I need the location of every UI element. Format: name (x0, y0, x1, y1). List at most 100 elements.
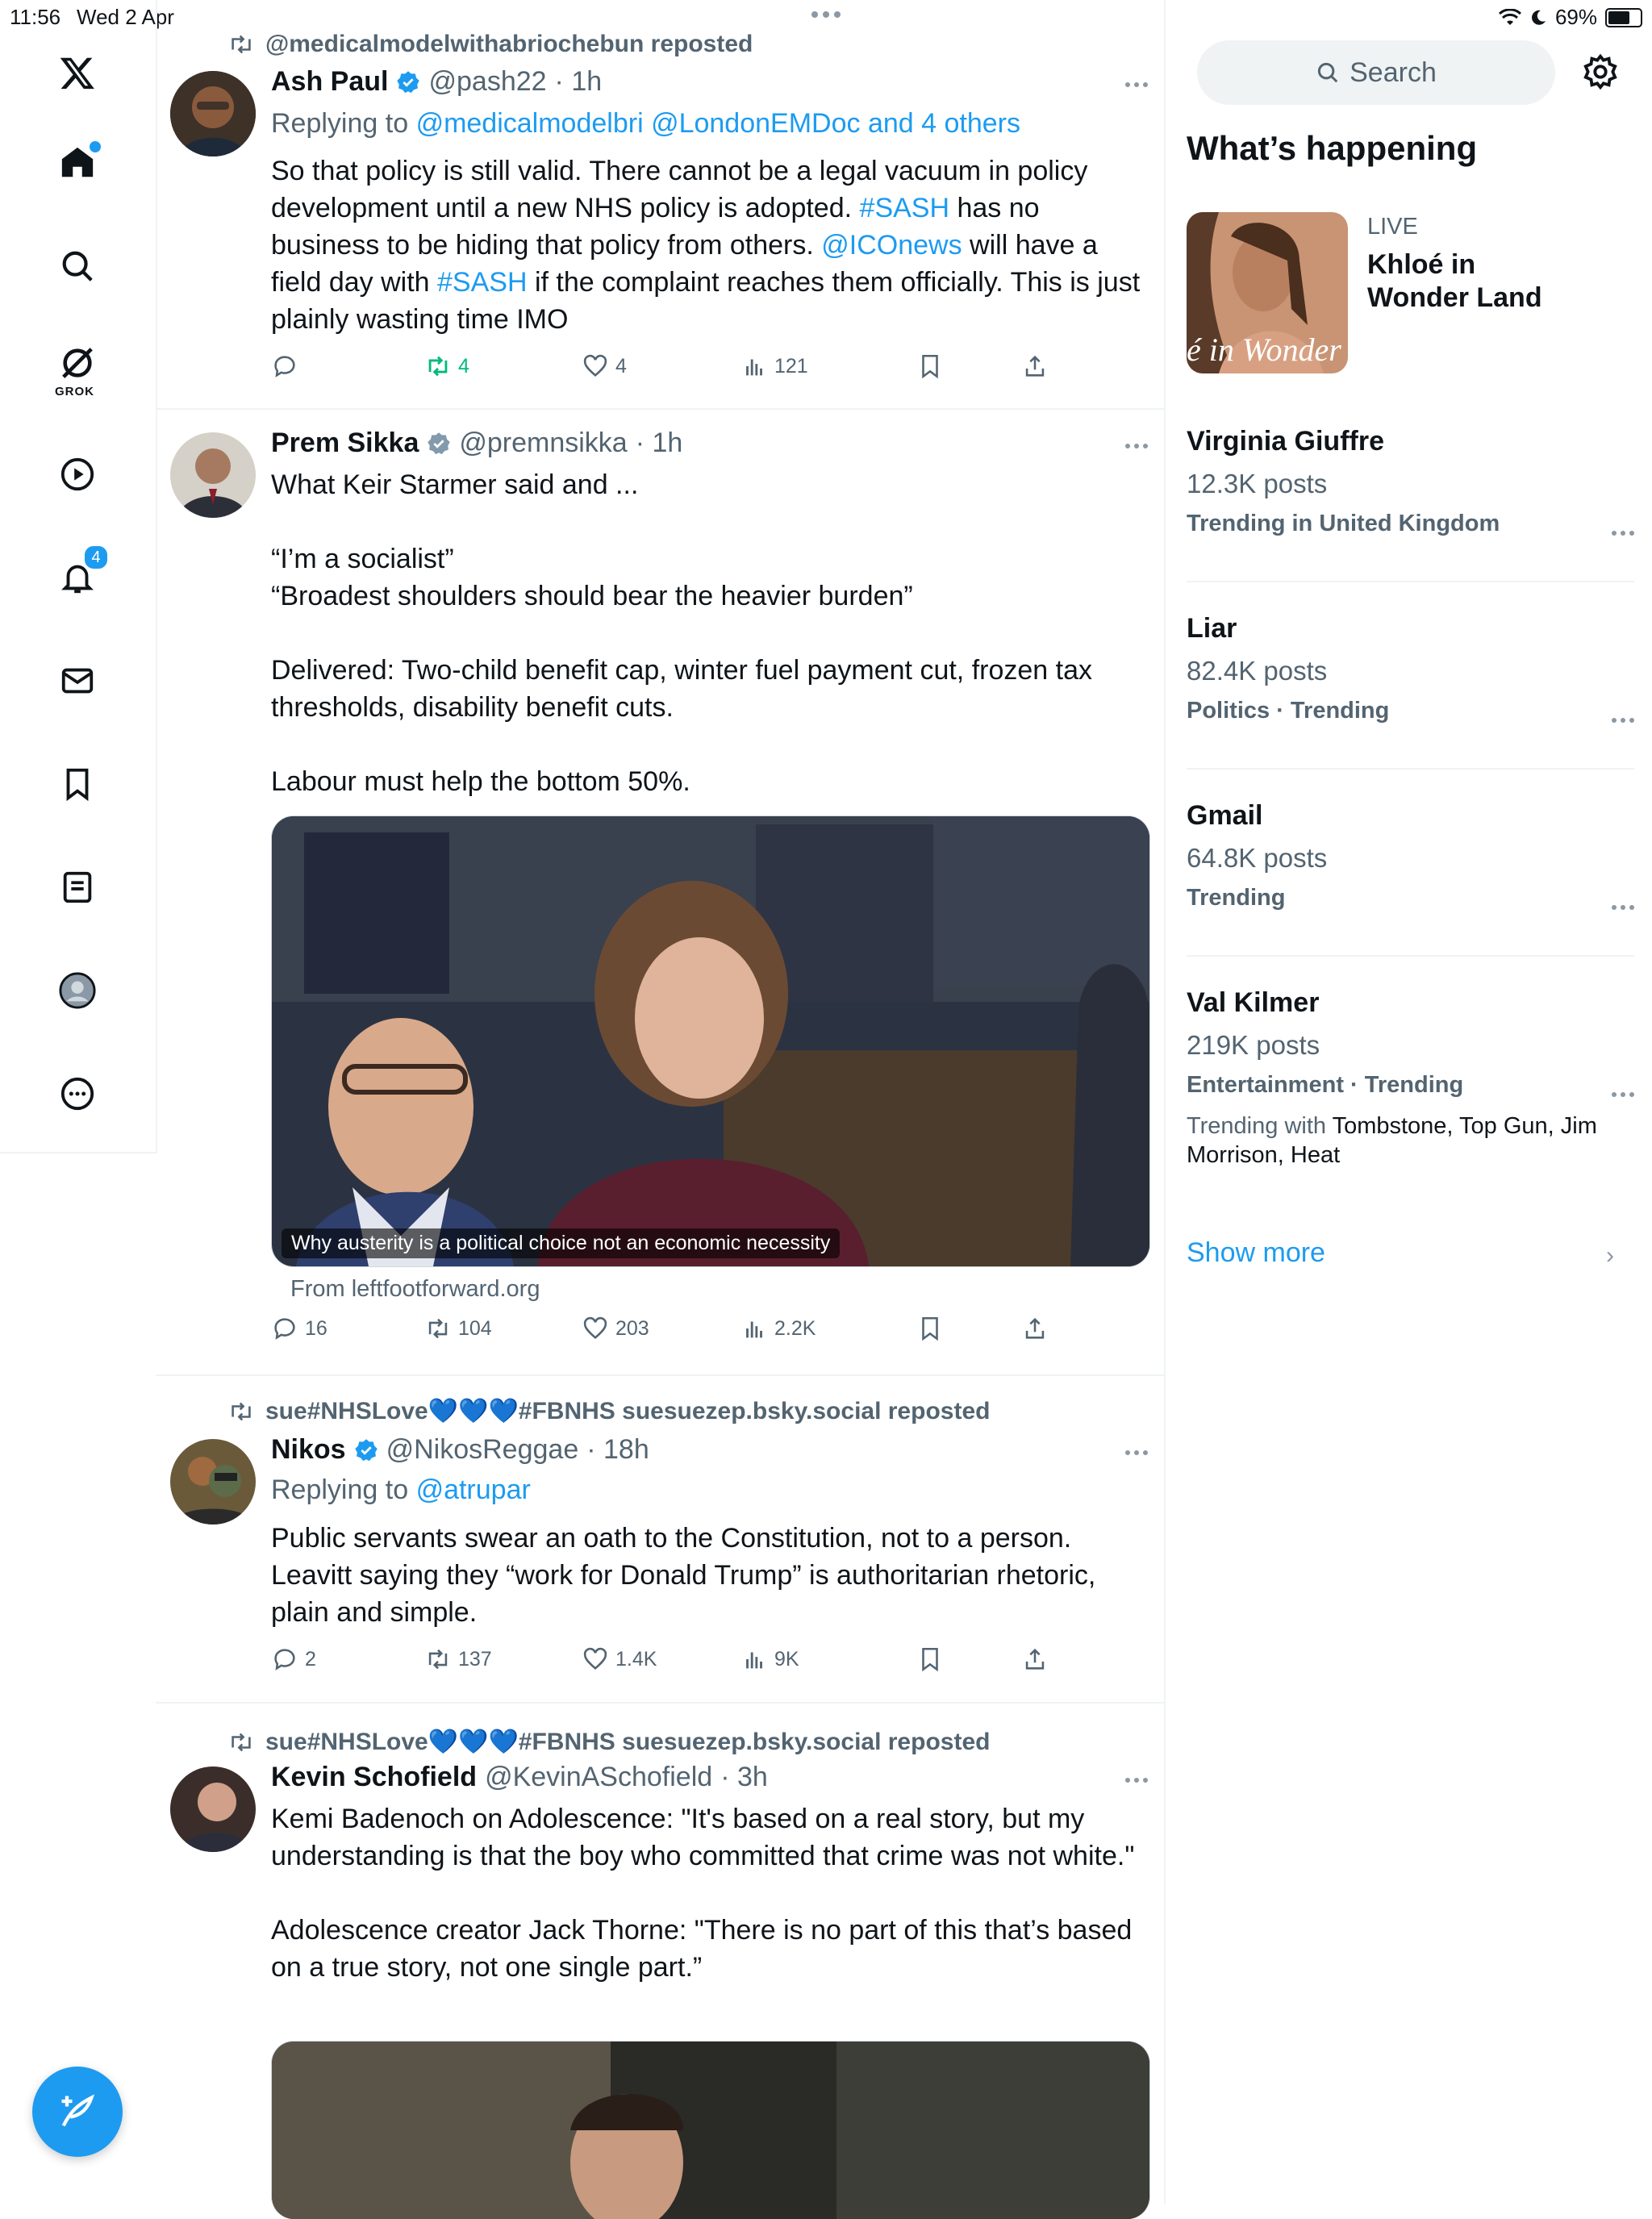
tweet-header: Nikos @NikosReggae · 18h (271, 1434, 649, 1466)
tweet-image[interactable] (271, 2041, 1150, 2219)
reply-count: 2 (305, 1647, 316, 1671)
trend-item[interactable]: Gmail 64.8K posts Trending (1187, 800, 1634, 911)
live-event-thumbnail[interactable]: é in Wonder L (1187, 212, 1348, 373)
share-button[interactable] (1021, 1645, 1049, 1673)
lists-icon[interactable] (53, 863, 102, 911)
show-more-link[interactable]: Show more (1187, 1237, 1325, 1269)
author-name[interactable]: Nikos (271, 1434, 346, 1466)
trend-item[interactable]: Virginia Giuffre 12.3K posts Trending in… (1187, 426, 1634, 537)
link-source[interactable]: From leftfootforward.org (290, 1276, 540, 1303)
grok-label: GROK (55, 385, 94, 398)
search-placeholder: Search (1350, 56, 1437, 88)
mention-link[interactable]: @ICOnews (821, 230, 962, 261)
video-icon[interactable] (53, 450, 102, 498)
trend-more-icon[interactable] (1612, 1092, 1634, 1097)
views-count: 9K (774, 1647, 799, 1671)
post-time[interactable]: · 1h (636, 428, 683, 459)
reply-count: 16 (305, 1316, 327, 1340)
tweet-more-icon[interactable] (1125, 1778, 1148, 1783)
bookmark-button[interactable] (916, 1315, 944, 1342)
chevron-right-icon: › (1606, 1242, 1614, 1269)
hashtag-link[interactable]: #SASH (860, 193, 950, 223)
tweet-paragraph: What Keir Starmer said and ... (271, 469, 639, 500)
post-time[interactable]: · 3h (720, 1762, 768, 1793)
share-icon (1025, 1648, 1045, 1670)
reply-button[interactable] (271, 352, 305, 380)
author-name[interactable]: Kevin Schofield (271, 1762, 477, 1793)
tweet-more-icon[interactable] (1125, 444, 1148, 448)
share-button[interactable] (1021, 1315, 1049, 1342)
like-button[interactable]: 4 (582, 352, 627, 380)
bookmark-button[interactable] (916, 352, 944, 380)
live-event-title[interactable]: Khloé in Wonder Land (1367, 248, 1577, 315)
tweet-nikos[interactable]: sue#NHSLove💙💙💙#FBNHS suesuezep.bsky.soci… (156, 1374, 1164, 1704)
trending-with: Trending with Tombstone, Top Gun, Jim Mo… (1187, 1112, 1634, 1170)
notifications-icon[interactable]: 4 (53, 544, 110, 602)
trend-more-icon[interactable] (1612, 718, 1634, 723)
trend-name: Liar (1187, 613, 1237, 644)
repost-button[interactable]: 104 (424, 1315, 492, 1342)
repost-text: sue#NHSLove💙💙💙#FBNHS suesuezep.bsky.soci… (265, 1398, 991, 1424)
profile-avatar-icon[interactable] (53, 966, 102, 1015)
repost-icon (428, 1649, 448, 1670)
repost-count: 104 (458, 1316, 492, 1340)
avatar[interactable] (170, 432, 256, 518)
tweet-ash-paul[interactable]: @medicalmodelwithabriochebun reposted As… (156, 0, 1164, 410)
link-card-image[interactable]: Why austerity is a political choice not … (271, 815, 1150, 1267)
post-time[interactable]: · 1h (555, 66, 603, 98)
trend-context: Entertainment · Trending (1187, 1072, 1464, 1098)
reply-button[interactable]: 2 (271, 1645, 316, 1673)
messages-icon[interactable] (53, 657, 102, 705)
author-handle[interactable]: @KevinASchofield (485, 1762, 712, 1793)
author-name[interactable]: Prem Sikka (271, 428, 419, 459)
author-handle[interactable]: @premnsikka (459, 428, 627, 459)
views-button[interactable]: 9K (740, 1645, 799, 1673)
reply-button[interactable]: 16 (271, 1315, 327, 1342)
x-logo-icon[interactable] (53, 48, 102, 97)
home-icon[interactable] (53, 139, 103, 187)
views-button[interactable]: 2.2K (740, 1315, 816, 1342)
replying-to-link[interactable]: @atrupar (416, 1474, 531, 1505)
avatar[interactable] (170, 1439, 256, 1525)
compose-post-button[interactable] (32, 2067, 123, 2157)
bookmark-button[interactable] (916, 1645, 944, 1673)
tweet-more-icon[interactable] (1125, 82, 1148, 87)
share-button[interactable] (1021, 352, 1049, 380)
trend-more-icon[interactable] (1612, 905, 1634, 910)
trend-context: Trending in United Kingdom (1187, 511, 1500, 536)
reply-icon (274, 1649, 295, 1671)
hashtag-link[interactable]: #SASH (437, 267, 528, 298)
like-button[interactable]: 1.4K (582, 1645, 657, 1673)
post-time[interactable]: · 18h (586, 1434, 649, 1466)
author-handle[interactable]: @NikosReggae (386, 1434, 579, 1466)
tweet-more-icon[interactable] (1125, 1450, 1148, 1455)
analytics-icon (746, 1321, 762, 1338)
tweet-prem-sikka[interactable]: Prem Sikka @premnsikka · 1h What Keir St… (156, 408, 1164, 1376)
tweet-paragraph: “Broadest shoulders should bear the heav… (271, 581, 913, 611)
replying-to-link[interactable]: @medicalmodelbri @LondonEMDoc and 4 othe… (416, 108, 1020, 139)
repost-button[interactable]: 137 (424, 1645, 492, 1673)
like-button[interactable]: 203 (582, 1315, 649, 1342)
grok-icon[interactable] (53, 339, 102, 387)
replying-to-label: Replying to (271, 108, 409, 139)
views-button[interactable]: 121 (740, 352, 808, 380)
live-label: LIVE (1367, 214, 1418, 240)
like-count: 203 (615, 1316, 649, 1340)
trend-more-icon[interactable] (1612, 531, 1634, 536)
repost-button[interactable]: 4 (424, 352, 469, 380)
more-options-icon[interactable] (53, 1070, 102, 1118)
author-handle[interactable]: @pash22 (428, 66, 546, 98)
avatar[interactable] (170, 71, 256, 156)
analytics-icon (746, 359, 762, 376)
bookmarks-icon[interactable] (53, 760, 102, 808)
search-input[interactable]: Search (1197, 40, 1555, 105)
trend-item[interactable]: Val Kilmer 219K posts Entertainment · Tr… (1187, 987, 1634, 1170)
verified-badge-icon (428, 432, 451, 454)
avatar[interactable] (170, 1766, 256, 1852)
explore-search-icon[interactable] (53, 242, 102, 290)
trend-name: Val Kilmer (1187, 987, 1320, 1018)
trend-item[interactable]: Liar 82.4K posts Politics · Trending (1187, 613, 1634, 724)
settings-gear-icon[interactable] (1582, 53, 1619, 90)
author-name[interactable]: Ash Paul (271, 66, 388, 98)
tweet-kevin-schofield[interactable]: sue#NHSLove💙💙💙#FBNHS suesuezep.bsky.soci… (156, 1702, 1164, 2219)
